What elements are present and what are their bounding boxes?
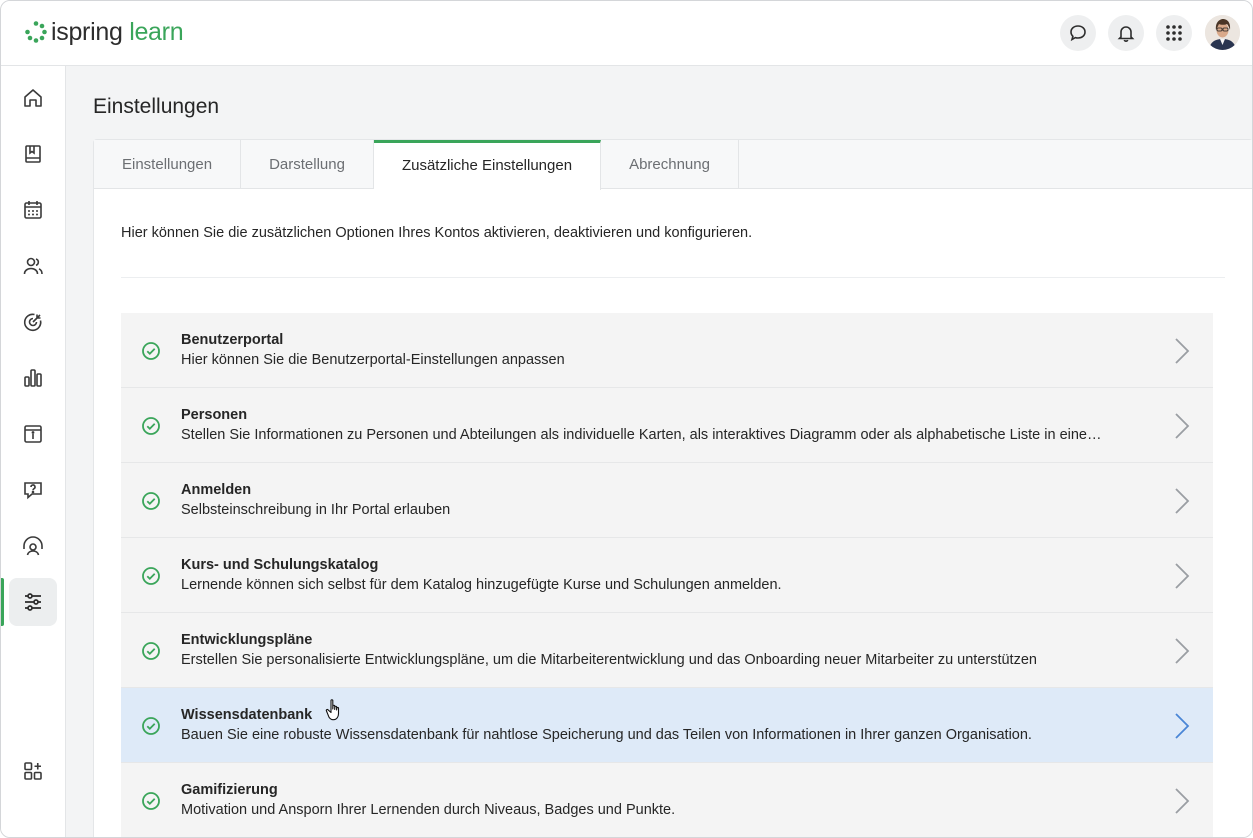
bar-chart-icon xyxy=(24,369,42,387)
apps-button[interactable] xyxy=(1156,15,1192,51)
users-icon xyxy=(23,257,43,275)
options-list: Benutzerportal Hier können Sie die Benut… xyxy=(121,313,1213,837)
notifications-button[interactable] xyxy=(1108,15,1144,51)
option-row-personen[interactable]: Personen Stellen Sie Informationen zu Pe… xyxy=(121,388,1213,463)
chevron-right-icon xyxy=(1175,638,1190,664)
sidebar-item-info[interactable] xyxy=(9,410,57,458)
chevron-right-icon xyxy=(1175,713,1190,739)
sidebar-item-calendar[interactable] xyxy=(9,186,57,234)
option-description: Selbsteinschreibung in Ihr Portal erlaub… xyxy=(181,502,451,518)
top-bar: ispring learn xyxy=(1,1,1252,66)
check-circle-icon xyxy=(142,492,160,510)
calendar-icon xyxy=(24,201,42,219)
option-title: Entwicklungspläne xyxy=(181,632,313,648)
logo[interactable]: ispring learn xyxy=(24,18,184,46)
check-circle-icon xyxy=(142,567,160,585)
check-circle-icon xyxy=(142,717,160,735)
sidebar-item-courses[interactable] xyxy=(9,130,57,178)
sliders-icon xyxy=(25,593,41,611)
active-indicator xyxy=(1,578,4,626)
option-row-benutzerportal[interactable]: Benutzerportal Hier können Sie die Benut… xyxy=(121,313,1213,388)
option-title: Anmelden xyxy=(181,482,252,498)
settings-card: Einstellungen Darstellung Zusätzliche Ei… xyxy=(93,139,1252,837)
option-row-gamifizierung[interactable]: Gamifizierung Motivation und Ansporn Ihr… xyxy=(121,763,1213,837)
add-apps-icon xyxy=(24,762,42,780)
sidebar-item-goals[interactable] xyxy=(9,298,57,346)
option-row-wissensdatenbank[interactable]: Wissensdatenbank Bauen Sie eine robuste … xyxy=(121,688,1213,763)
headset-icon xyxy=(23,536,43,556)
question-bubble-icon xyxy=(24,482,42,500)
option-title: Kurs- und Schulungskatalog xyxy=(181,557,379,573)
book-icon xyxy=(25,145,41,163)
home-icon xyxy=(24,89,42,107)
chevron-right-icon xyxy=(1175,338,1190,364)
option-description: Hier können Sie die Benutzerportal-Einst… xyxy=(181,352,565,368)
sidebar-item-settings[interactable] xyxy=(9,578,57,626)
option-row-anmelden[interactable]: Anmelden Selbsteinschreibung in Ihr Port… xyxy=(121,463,1213,538)
check-circle-icon xyxy=(142,792,160,810)
sidebar-item-reports[interactable] xyxy=(9,354,57,402)
sidebar-item-add-apps[interactable] xyxy=(9,747,57,795)
option-row-entwicklungsplaene[interactable]: Entwicklungspläne Erstellen Sie personal… xyxy=(121,613,1213,688)
chat-button[interactable] xyxy=(1060,15,1096,51)
sidebar-item-support[interactable] xyxy=(9,522,57,570)
option-title: Gamifizierung xyxy=(181,782,278,798)
sidebar-item-help[interactable] xyxy=(9,466,57,514)
info-board-icon xyxy=(24,425,42,443)
avatar-icon xyxy=(1205,15,1240,50)
intro-text: Hier können Sie die zusätzlichen Optione… xyxy=(121,225,753,241)
logo-product-text: learn xyxy=(129,18,184,46)
tab-darstellung[interactable]: Darstellung xyxy=(241,140,374,189)
chat-bubble-icon xyxy=(1070,25,1086,42)
option-description: Stellen Sie Informationen zu Personen un… xyxy=(181,427,1102,443)
option-title: Benutzerportal xyxy=(181,332,284,348)
sidebar-item-home[interactable] xyxy=(9,74,57,122)
check-circle-icon xyxy=(142,642,160,660)
sidebar-item-users[interactable] xyxy=(9,242,57,290)
divider xyxy=(121,277,1225,278)
user-avatar[interactable] xyxy=(1205,15,1240,50)
option-description: Erstellen Sie personalisierte Entwicklun… xyxy=(181,652,1037,668)
page-title: Einstellungen xyxy=(93,95,220,118)
grid-icon xyxy=(1166,25,1182,41)
chevron-right-icon xyxy=(1175,788,1190,814)
bell-icon xyxy=(1117,26,1135,42)
option-description: Lernende können sich selbst für dem Kata… xyxy=(181,577,782,593)
option-title: Wissensdatenbank xyxy=(181,707,313,723)
logo-brand-text: ispring xyxy=(51,18,123,46)
ispring-logo-icon xyxy=(25,21,47,43)
tab-zusaetzliche-einstellungen[interactable]: Zusätzliche Einstellungen xyxy=(373,140,602,190)
tab-einstellungen[interactable]: Einstellungen xyxy=(94,140,242,189)
target-icon xyxy=(23,313,42,332)
tab-bar: Einstellungen Darstellung Zusätzliche Ei… xyxy=(94,140,1252,190)
hand-cursor-icon xyxy=(325,699,340,721)
tab-abrechnung[interactable]: Abrechnung xyxy=(601,140,739,189)
option-description: Motivation und Ansporn Ihrer Lernenden d… xyxy=(181,802,676,818)
check-circle-icon xyxy=(142,342,160,360)
chevron-right-icon xyxy=(1175,413,1190,439)
chevron-right-icon xyxy=(1175,563,1190,589)
app-window: ispring learn Einstellungen Einstellunge… xyxy=(0,0,1253,838)
check-circle-icon xyxy=(142,417,160,435)
main-content: Einstellungen Einstellungen Darstellung … xyxy=(66,66,1252,837)
chevron-right-icon xyxy=(1175,488,1190,514)
option-description: Bauen Sie eine robuste Wissensdatenbank … xyxy=(181,727,1032,743)
option-title: Personen xyxy=(181,407,248,423)
option-row-kurs-und-schulungskatalog[interactable]: Kurs- und Schulungskatalog Lernende könn… xyxy=(121,538,1213,613)
sidebar xyxy=(1,66,66,837)
